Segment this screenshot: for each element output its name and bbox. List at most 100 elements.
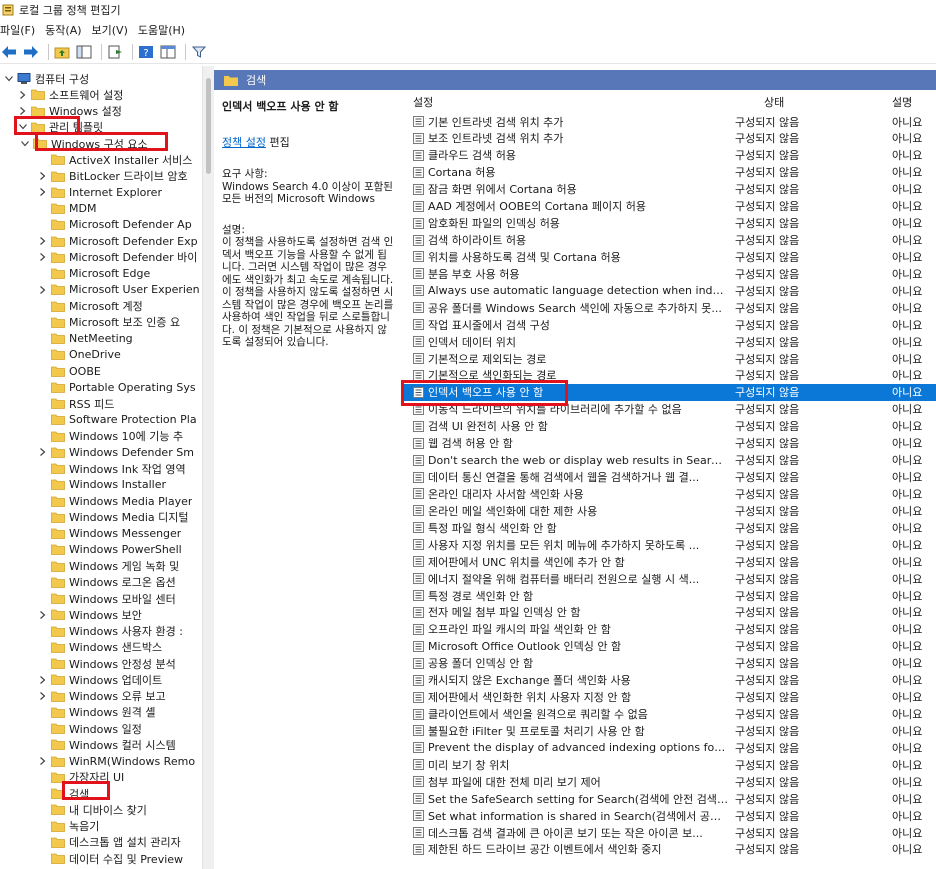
policy-row[interactable]: 공유 폴더를 Windows Search 색인에 자동으로 추가하지 못...… xyxy=(404,299,936,316)
tree-pane[interactable]: 컴퓨터 구성 소프트웨어 설정 Windows 설정 관리 템플릿 Windows 구성… xyxy=(0,66,202,869)
tree-item[interactable]: Windows 설정 xyxy=(18,103,122,120)
tree-item[interactable]: Windows 샌드박스 xyxy=(38,639,162,656)
policy-row[interactable]: 사용자 지정 위치를 모든 위치 메뉴에 추가하지 못하도록 ... 구성되지 않… xyxy=(404,536,936,553)
policy-row[interactable]: 인덱서 데이터 위치 구성되지 않음 아니요 xyxy=(404,333,936,350)
policy-row[interactable]: 분음 부호 사용 허용 구성되지 않음 아니요 xyxy=(404,265,936,282)
policy-row[interactable]: 암호화된 파일의 인덱싱 허용 구성되지 않음 아니요 xyxy=(404,215,936,232)
policy-row[interactable]: 클라우드 검색 허용 구성되지 않음 아니요 xyxy=(404,147,936,164)
tree-item[interactable]: RSS 피드 xyxy=(38,395,114,412)
settings-list[interactable]: 설정 상태 설명 기본 인트라넷 검색 위치 추가 구성되지 않음 아니요 보조 인트… xyxy=(404,90,936,869)
tree-item[interactable]: Windows PowerShell xyxy=(38,541,182,558)
tree-item[interactable]: WinRM(Windows Remo xyxy=(38,753,195,770)
menu-help[interactable]: 도움말(H) xyxy=(138,22,191,38)
tree-item[interactable]: Microsoft User Experien xyxy=(38,281,200,298)
folder-up-icon[interactable] xyxy=(53,43,71,61)
policy-row[interactable]: 공용 폴더 인덱싱 안 함 구성되지 않음 아니요 xyxy=(404,655,936,672)
tree-item[interactable]: Windows 업데이트 xyxy=(38,671,162,688)
tree-item[interactable]: ActiveX Installer 서비스 xyxy=(38,151,192,168)
tree-item[interactable]: Windows 모바일 센터 xyxy=(38,590,176,607)
policy-row[interactable]: 온라인 대리자 사서함 색인화 사용 구성되지 않음 아니요 xyxy=(404,485,936,502)
policy-row[interactable]: 작업 표시줄에서 검색 구성 구성되지 않음 아니요 xyxy=(404,316,936,333)
chevron-right-icon[interactable] xyxy=(38,171,48,181)
chevron-right-icon[interactable] xyxy=(38,610,48,620)
tree-item[interactable]: Windows Ink 작업 영역 xyxy=(38,460,186,477)
policy-row[interactable]: 검색 하이라이트 허용 구성되지 않음 아니요 xyxy=(404,232,936,249)
policy-row[interactable]: 웹 검색 허용 안 함 구성되지 않음 아니요 xyxy=(404,435,936,452)
tree-item[interactable]: OOBE xyxy=(38,363,101,380)
policy-row[interactable]: Prevent the display of advanced indexing… xyxy=(404,739,936,756)
tree-item[interactable]: OneDrive xyxy=(38,346,121,363)
policy-row[interactable]: Microsoft Office Outlook 인덱싱 안 함 구성되지 않음 아… xyxy=(404,638,936,655)
policy-row[interactable]: 데스크톱 검색 결과에 큰 아이콘 보기 또는 작은 아이콘 보... 구성되지 … xyxy=(404,824,936,841)
policy-row[interactable]: 기본적으로 색인화되는 경로 구성되지 않음 아니요 xyxy=(404,367,936,384)
tree-item[interactable]: Portable Operating Sys xyxy=(38,379,196,396)
tree-item[interactable]: Software Protection Pla xyxy=(38,411,197,428)
tree-item[interactable]: Microsoft Defender 바이 xyxy=(38,249,197,266)
chevron-down-icon[interactable] xyxy=(4,74,14,84)
tree-item[interactable]: Windows 오류 보고 xyxy=(38,688,166,705)
chevron-right-icon[interactable] xyxy=(38,285,48,295)
chevron-right-icon[interactable] xyxy=(38,236,48,246)
policy-row-selected[interactable]: 인덱서 백오프 사용 안 함 구성되지 않음 아니요 xyxy=(404,383,936,401)
tree-item[interactable]: 가장자리 UI xyxy=(38,769,124,786)
tree-item[interactable]: Windows 보안 xyxy=(38,606,142,623)
tree-item[interactable]: NetMeeting xyxy=(38,330,133,347)
tree-item[interactable]: Windows 구성 요소 xyxy=(20,135,148,152)
chevron-right-icon[interactable] xyxy=(38,691,48,701)
policy-row[interactable]: Always use automatic language detection … xyxy=(404,282,936,299)
chevron-right-icon[interactable] xyxy=(18,90,28,100)
column-header-note[interactable]: 설명 xyxy=(892,94,912,110)
menu-view[interactable]: 보기(V) xyxy=(92,22,134,38)
tree-item[interactable]: 데스크톱 앱 설치 관리자 xyxy=(38,834,181,851)
tree-item[interactable]: MDM xyxy=(38,200,96,217)
tree-item[interactable]: 관리 템플릿 xyxy=(18,119,103,136)
tree-item[interactable]: Windows 사용자 환경 : xyxy=(38,623,183,640)
policy-row[interactable]: 이동식 드라이브의 위치를 라이브러리에 추가할 수 없음 구성되지 않음 아니요 xyxy=(404,401,936,418)
policy-row[interactable]: Don't search the web or display web resu… xyxy=(404,452,936,469)
tree-scrollbar-thumb[interactable] xyxy=(206,78,211,174)
filter-icon[interactable] xyxy=(190,43,208,61)
policy-row[interactable]: AAD 계정에서 OOBE의 Cortana 페이지 허용 구성되지 않음 아니요 xyxy=(404,198,936,215)
policy-row[interactable]: 위치를 사용하도록 검색 및 Cortana 허용 구성되지 않음 아니요 xyxy=(404,248,936,265)
tree-item[interactable]: Microsoft 보조 인증 요 xyxy=(38,314,180,331)
policy-row[interactable]: 캐시되지 않은 Exchange 폴더 색인화 사용 구성되지 않음 아니요 xyxy=(404,672,936,689)
tree-item[interactable]: 소프트웨어 설정 xyxy=(18,86,123,103)
policy-row[interactable]: Set the SafeSearch setting for Search(검색… xyxy=(404,790,936,807)
back-arrow-icon[interactable] xyxy=(0,43,18,61)
chevron-right-icon[interactable] xyxy=(38,252,48,262)
policy-row[interactable]: Set what information is shared in Search… xyxy=(404,807,936,824)
tree-item[interactable]: 컴퓨터 구성 xyxy=(4,70,89,87)
forward-arrow-icon[interactable] xyxy=(22,43,40,61)
tree-item[interactable]: Windows Installer xyxy=(38,476,166,493)
tree-item[interactable]: 데이터 수집 및 Preview xyxy=(38,850,183,867)
policy-row[interactable]: 기본적으로 제외되는 경로 구성되지 않음 아니요 xyxy=(404,350,936,367)
policy-row[interactable]: 첨부 파일에 대한 전체 미리 보기 제어 구성되지 않음 아니요 xyxy=(404,773,936,790)
policy-row[interactable]: 전자 메일 첨부 파일 인덱싱 안 함 구성되지 않음 아니요 xyxy=(404,604,936,621)
policy-row[interactable]: 데이터 통신 연결을 통해 검색에서 웹을 검색하거나 웹 결... 구성되지 않… xyxy=(404,469,936,486)
policy-row[interactable]: 기본 인트라넷 검색 위치 추가 구성되지 않음 아니요 xyxy=(404,113,936,130)
policy-row[interactable]: 불필요한 iFilter 및 프로토콜 처리기 사용 안 함 구성되지 않음 아니요 xyxy=(404,722,936,739)
menu-file[interactable]: 파일(F) xyxy=(0,22,41,38)
tree-item[interactable]: Windows 컬러 시스템 xyxy=(38,736,176,753)
tree-item[interactable]: Microsoft Edge xyxy=(38,265,150,282)
tree-item[interactable]: Microsoft Defender Ap xyxy=(38,216,192,233)
tree-item[interactable]: BitLocker 드라이브 암호 xyxy=(38,168,188,185)
tree-item[interactable]: Windows Defender Sm xyxy=(38,444,194,461)
show-hide-tree-icon[interactable] xyxy=(75,43,93,61)
chevron-right-icon[interactable] xyxy=(38,675,48,685)
tree-item[interactable]: Windows Media 디지털 xyxy=(38,509,189,526)
tree-item[interactable]: Microsoft Defender Exp xyxy=(38,233,198,250)
edit-policy-link[interactable]: 정책 설정 xyxy=(222,136,266,149)
column-header-setting[interactable]: 설정 xyxy=(413,94,433,110)
export-list-icon[interactable] xyxy=(106,43,124,61)
column-header-state[interactable]: 상태 xyxy=(764,94,784,110)
tree-item[interactable]: Windows Messenger xyxy=(38,525,181,542)
chevron-down-icon[interactable] xyxy=(20,139,30,149)
policy-row[interactable]: 잠금 화면 위에서 Cortana 허용 구성되지 않음 아니요 xyxy=(404,181,936,198)
tree-item[interactable]: Windows 게임 녹화 및 xyxy=(38,558,179,575)
tree-item[interactable]: Windows 10에 기능 추 xyxy=(38,428,183,445)
menu-action[interactable]: 동작(A) xyxy=(45,22,87,38)
chevron-right-icon[interactable] xyxy=(18,106,28,116)
policy-row[interactable]: 제한된 하드 드라이브 공간 이벤트에서 색인화 중지 구성되지 않음 아니요 xyxy=(404,841,936,858)
tree-item[interactable]: Windows 안정성 분석 xyxy=(38,655,176,672)
